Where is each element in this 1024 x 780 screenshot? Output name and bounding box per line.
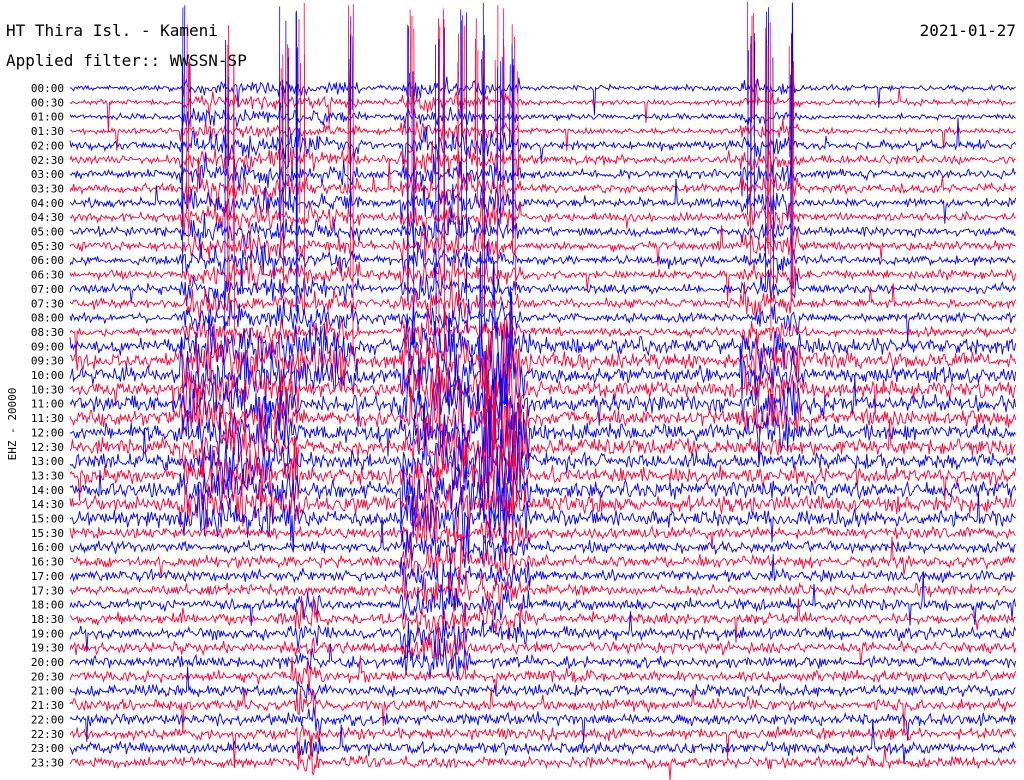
time-label: 02:00 (31, 139, 64, 152)
event-spike (494, 59, 497, 133)
event-spike (765, 11, 767, 161)
time-label: 10:00 (31, 369, 64, 382)
date-label: 2021-01-27 (920, 21, 1016, 40)
time-label: 04:30 (31, 211, 64, 224)
time-label: 10:30 (31, 383, 64, 396)
time-label: 11:30 (31, 412, 64, 425)
time-label: 08:30 (31, 326, 64, 339)
event-spike (226, 44, 229, 291)
time-label: 17:00 (31, 570, 64, 583)
event-spike (772, 57, 775, 299)
time-label: 03:30 (31, 182, 64, 195)
station-title: HT Thira Isl. - Kameni (6, 21, 218, 40)
time-label: 05:00 (31, 226, 64, 239)
time-label: 20:30 (31, 670, 64, 683)
time-label: 16:00 (31, 541, 64, 554)
time-label: 19:00 (31, 627, 64, 640)
event-spike (769, 22, 772, 331)
time-label: 11:00 (31, 398, 64, 411)
event-spike (514, 36, 516, 295)
y-axis-label: EHZ - 20000 (6, 388, 19, 461)
time-label: 18:00 (31, 599, 64, 612)
time-label: 04:00 (31, 197, 64, 210)
seismogram-chart: 00:0000:30 01:0001:3002:00 02:3003:0003:30… (6, 1, 1017, 780)
time-label: 09:30 (31, 355, 64, 368)
time-label: 14:00 (31, 484, 64, 497)
time-label: 13:30 (31, 469, 64, 482)
time-label: 21:30 (31, 699, 64, 712)
trace-2130 (69, 687, 1017, 732)
event-spike (509, 64, 511, 148)
time-label: 22:00 (31, 713, 64, 726)
time-label: 01:00 (31, 111, 64, 124)
time-label: 19:30 (31, 642, 64, 655)
trace-0430 (69, 197, 1016, 242)
time-label: 00:00 (31, 82, 64, 95)
trace-0230 (69, 140, 1016, 179)
trace-0500 (69, 208, 1016, 250)
event-spike (409, 72, 411, 97)
time-label: 06:30 (31, 269, 64, 282)
time-label: 12:00 (31, 426, 64, 439)
time-label-layer: 00:0000:30 01:0001:3002:00 02:3003:0003:30… (31, 82, 64, 769)
event-spike (481, 59, 483, 95)
event-spike (413, 28, 416, 222)
time-label: 22:30 (31, 728, 64, 741)
time-label: 15:00 (31, 513, 64, 526)
time-label: 18:30 (31, 613, 64, 626)
event-spike (767, 45, 769, 249)
time-label: 07:00 (31, 283, 64, 296)
trace-0200 (69, 117, 1016, 165)
event-spike (475, 18, 477, 141)
time-label: 13:00 (31, 455, 64, 468)
time-label: 05:30 (31, 240, 64, 253)
trace-0330 (69, 157, 1016, 205)
time-label: 20:00 (31, 656, 64, 669)
time-label: 03:00 (31, 168, 64, 181)
trace-1530 (69, 502, 1016, 553)
event-spike (409, 9, 412, 114)
time-label: 23:30 (31, 756, 64, 769)
trace-0130 (69, 118, 1016, 151)
event-spike (279, 68, 282, 258)
time-label: 08:00 (31, 312, 64, 325)
time-label: 23:00 (31, 742, 64, 755)
event-spike (299, 62, 301, 214)
time-label: 12:30 (31, 441, 64, 454)
time-label: 06:00 (31, 254, 64, 267)
time-label: 21:00 (31, 685, 64, 698)
time-label: 15:30 (31, 527, 64, 540)
trace-2300 (69, 718, 1016, 765)
event-spike (499, 61, 502, 225)
trace-0730 (69, 279, 1017, 322)
time-label: 16:30 (31, 556, 64, 569)
trace-layer (69, 1, 1017, 780)
event-spike (460, 20, 463, 239)
time-label: 14:30 (31, 498, 64, 511)
event-spike (764, 27, 767, 137)
time-label: 02:30 (31, 154, 64, 167)
time-label: 01:30 (31, 125, 64, 138)
event-spike (351, 36, 354, 110)
event-spike (232, 54, 235, 252)
trace-0630 (69, 259, 1017, 302)
time-label: 00:30 (31, 96, 64, 109)
trace-0100 (69, 102, 1016, 129)
time-label: 17:30 (31, 584, 64, 597)
filter-label: Applied filter:: WWSSN-SP (6, 51, 247, 70)
event-spike (181, 7, 184, 274)
time-label: 07:30 (31, 297, 64, 310)
time-label: 09:00 (31, 340, 64, 353)
